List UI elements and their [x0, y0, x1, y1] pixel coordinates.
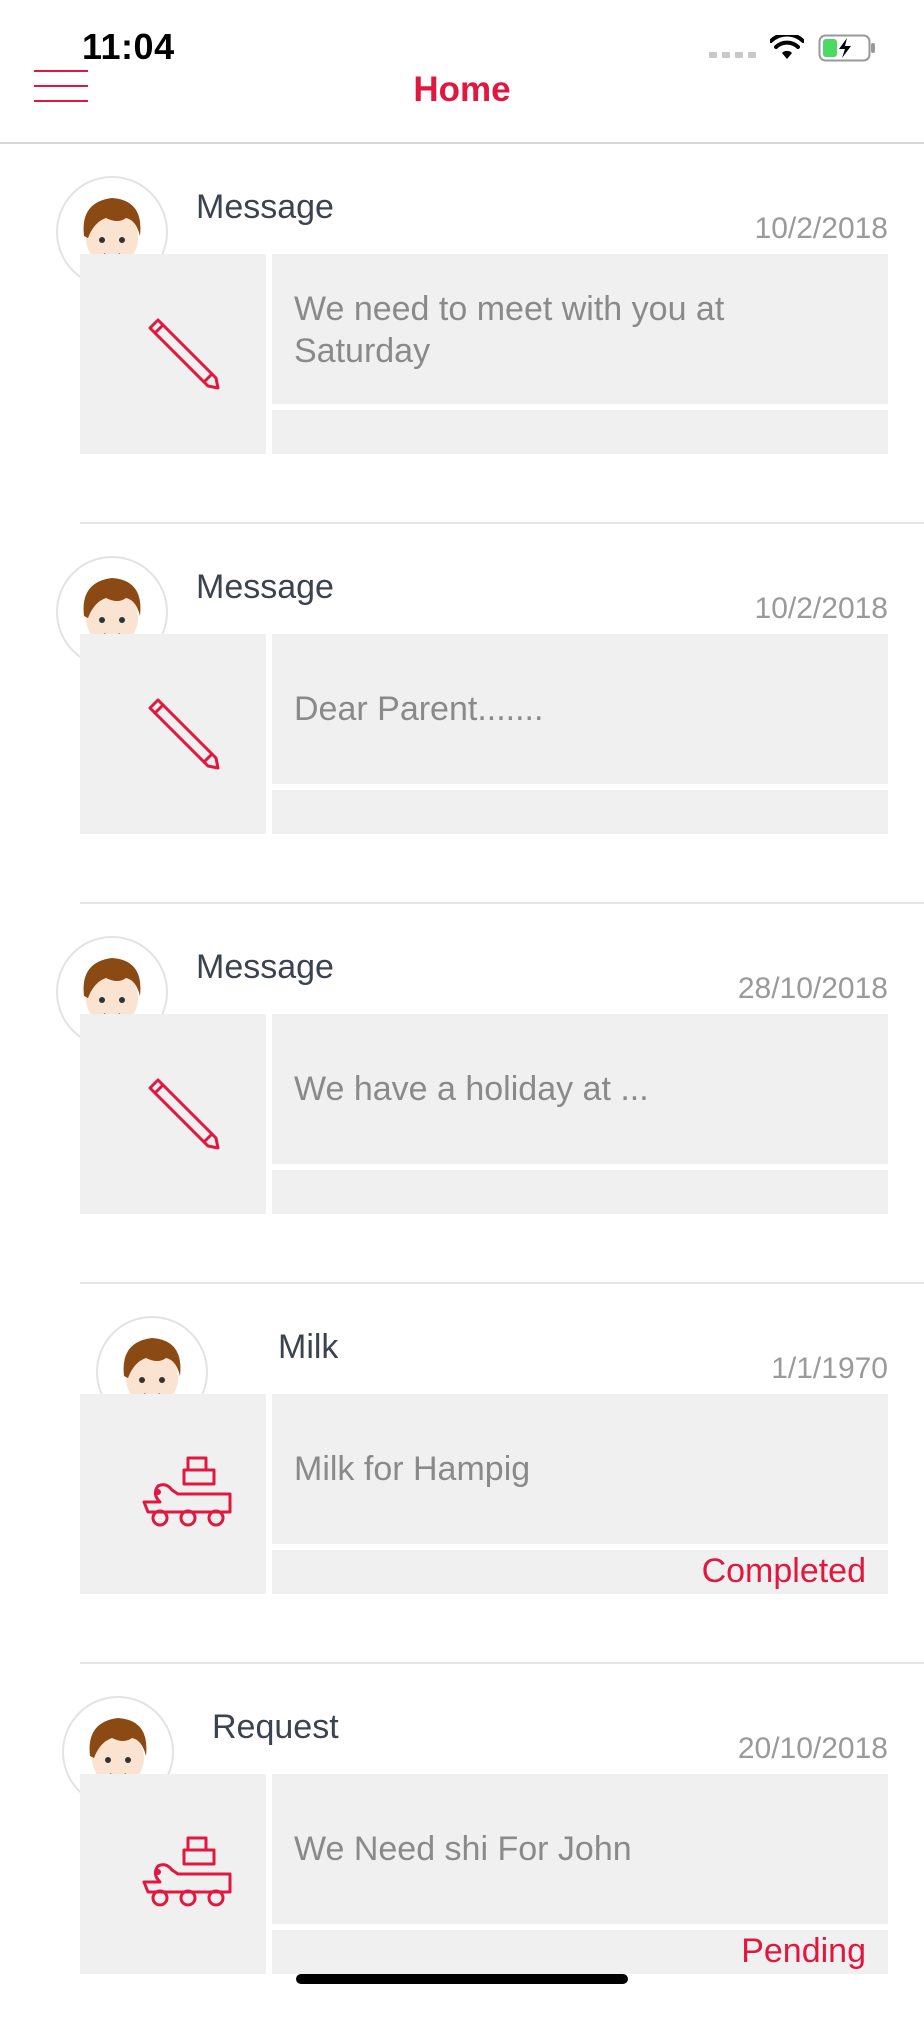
card-date: 10/2/2018 [754, 592, 888, 625]
card-date: 10/2/2018 [754, 212, 888, 245]
status-time: 11:04 [82, 26, 175, 67]
message-text: We need to meet with you at Saturday [294, 290, 725, 370]
card-date: 1/1/1970 [771, 1352, 888, 1385]
navigation-bar: 11:04 Home [0, 0, 924, 144]
message-panel: Milk for Hampig [272, 1394, 888, 1544]
status-icons [709, 34, 876, 62]
status-panel [272, 410, 888, 454]
card-icon-panel [80, 254, 266, 454]
list-item[interactable]: Message 28/10/2018 We have a holiday at … [0, 904, 924, 1284]
card-title: Milk [278, 1328, 339, 1366]
list-item[interactable]: Message 10/2/2018 We need to meet with y… [0, 144, 924, 524]
card-title: Request [212, 1708, 339, 1746]
message-text: We have a holiday at ... [294, 1070, 649, 1108]
message-text: Milk for Hampig [294, 1450, 531, 1488]
card-date: 20/10/2018 [737, 1732, 888, 1765]
message-text: We Need shi For John [294, 1830, 632, 1868]
page-title: Home [413, 70, 511, 109]
list-item[interactable]: Milk 1/1/1970 Milk for Hampig Completed [0, 1284, 924, 1664]
status-panel: Pending [272, 1930, 888, 1974]
pencil-icon [148, 698, 220, 770]
card-icon-panel [80, 1014, 266, 1214]
message-panel: We have a holiday at ... [272, 1014, 888, 1164]
pencil-icon [148, 318, 220, 390]
status-label: Pending [741, 1932, 866, 1970]
message-panel: Dear Parent....... [272, 634, 888, 784]
message-text: Dear Parent....... [294, 690, 544, 728]
card-title: Message [196, 188, 334, 226]
pencil-icon [148, 1078, 220, 1150]
wifi-icon [770, 35, 804, 59]
cellular-signal-icon [709, 38, 756, 58]
battery-icon [818, 34, 875, 62]
list-item[interactable]: Message 10/2/2018 Dear Parent....... [0, 524, 924, 904]
toy-train-icon [142, 1836, 232, 1907]
status-panel: Completed [272, 1550, 888, 1594]
card-title: Message [196, 948, 334, 986]
card-date: 28/10/2018 [737, 972, 888, 1005]
card-title: Message [196, 568, 334, 606]
message-panel: We need to meet with you at Saturday [272, 254, 888, 404]
home-indicator[interactable] [296, 1974, 628, 1984]
card-icon-panel [80, 1774, 266, 1974]
status-label: Completed [701, 1552, 866, 1590]
toy-train-icon [142, 1456, 232, 1527]
status-panel [272, 1170, 888, 1214]
message-panel: We Need shi For John [272, 1774, 888, 1924]
list-item[interactable]: Request 20/10/2018 We Need shi For John … [0, 1664, 924, 2044]
status-panel [272, 790, 888, 834]
card-icon-panel [80, 1394, 266, 1594]
card-icon-panel [80, 634, 266, 834]
